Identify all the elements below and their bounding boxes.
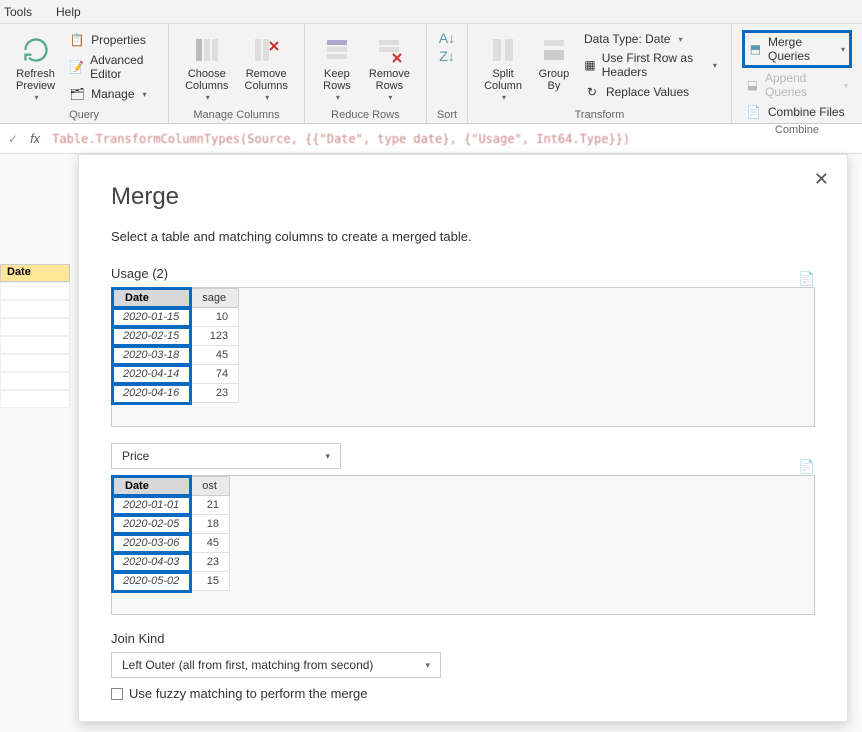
sort-asc-icon[interactable]: A↓	[439, 30, 455, 46]
table2-select[interactable]: Price	[111, 443, 341, 469]
grid-row[interactable]	[0, 390, 70, 408]
data-sidebar: Date	[0, 154, 70, 408]
fuzzy-match-checkbox[interactable]: Use fuzzy matching to perform the merge	[111, 686, 815, 701]
table1-preview[interactable]: Date sage 2020-01-1510 2020-02-15123 202…	[111, 287, 815, 427]
grid-row[interactable]	[0, 372, 70, 390]
grid-row[interactable]	[0, 354, 70, 372]
formula-check-icon[interactable]: ✓	[8, 132, 18, 146]
ribbon-group-query: Refresh Preview 📋 Properties 📝 Advanced …	[0, 24, 169, 123]
grid-row[interactable]	[0, 318, 70, 336]
group-label-query: Query	[10, 109, 158, 121]
ribbon-group-transform: Split Column Group By Data Type: Date ▦ …	[468, 24, 732, 123]
split-column-button[interactable]: Split Column	[478, 30, 528, 107]
table-icon[interactable]: 📄	[799, 271, 815, 287]
table2-preview[interactable]: Date ost 2020-01-0121 2020-02-0518 2020-…	[111, 475, 815, 615]
table-row: 2020-05-0215	[113, 572, 230, 591]
group-label-combine: Combine	[742, 124, 852, 136]
merge-queries-button[interactable]: ⬒ Merge Queries	[742, 30, 852, 68]
checkbox-icon	[111, 688, 123, 700]
ribbon-group-reduce-rows: Keep Rows Remove Rows Reduce Rows	[305, 24, 427, 123]
table2: Date ost 2020-01-0121 2020-02-0518 2020-…	[112, 476, 230, 591]
menu-tools[interactable]: Tools	[4, 5, 32, 19]
editor-icon: 📝	[69, 59, 84, 75]
keep-rows-icon	[321, 34, 353, 66]
combine-files-button[interactable]: 📄 Combine Files	[742, 102, 852, 122]
table2-col-cost[interactable]: ost	[190, 477, 230, 496]
table-icon[interactable]: 📄	[799, 459, 815, 475]
properties-button[interactable]: 📋 Properties	[65, 30, 158, 50]
table-row: 2020-03-0645	[113, 534, 230, 553]
replace-values-button[interactable]: ↻ Replace Values	[580, 82, 721, 102]
merge-icon: ⬒	[749, 41, 762, 57]
join-kind-select[interactable]: Left Outer (all from first, matching fro…	[111, 652, 441, 678]
combine-files-icon: 📄	[746, 104, 762, 120]
grid-col-date-header[interactable]: Date	[0, 264, 70, 282]
refresh-preview-button[interactable]: Refresh Preview	[10, 30, 61, 107]
remove-rows-button[interactable]: Remove Rows	[363, 30, 416, 107]
table-row: 2020-03-1845	[113, 346, 239, 365]
choose-columns-icon	[191, 34, 223, 66]
grid-row[interactable]	[0, 336, 70, 354]
grid-row[interactable]	[0, 282, 70, 300]
remove-columns-button[interactable]: Remove Columns	[239, 30, 294, 107]
remove-rows-icon	[373, 34, 405, 66]
table-row: 2020-01-0121	[113, 496, 230, 515]
first-row-headers-button[interactable]: ▦ Use First Row as Headers	[580, 49, 721, 81]
choose-columns-button[interactable]: Choose Columns	[179, 30, 234, 107]
advanced-editor-button[interactable]: 📝 Advanced Editor	[65, 51, 158, 83]
replace-icon: ↻	[584, 84, 600, 100]
formula-text: Table.TransformColumnTypes(Source, {{"Da…	[52, 132, 630, 146]
menu-help[interactable]: Help	[56, 5, 81, 19]
table-row: 2020-04-0323	[113, 553, 230, 572]
table1-col-date[interactable]: Date	[113, 289, 190, 308]
table-row: 2020-01-1510	[113, 308, 239, 327]
properties-icon: 📋	[69, 32, 85, 48]
fx-icon[interactable]: fx	[30, 131, 40, 146]
keep-rows-button[interactable]: Keep Rows	[315, 30, 359, 107]
join-kind-label: Join Kind	[111, 631, 815, 646]
group-label-transform: Transform	[478, 109, 721, 121]
merge-dialog: ✕ Merge Select a table and matching colu…	[78, 154, 848, 722]
menubar: Tools Help	[0, 0, 862, 24]
ribbon: Refresh Preview 📋 Properties 📝 Advanced …	[0, 24, 862, 124]
formula-bar: ✓ fx Table.TransformColumnTypes(Source, …	[0, 124, 862, 154]
table-row: 2020-02-15123	[113, 327, 239, 346]
manage-button[interactable]: 🗂 Manage	[65, 84, 158, 104]
grid-row[interactable]	[0, 300, 70, 318]
dialog-title: Merge	[111, 183, 815, 211]
dialog-description: Select a table and matching columns to c…	[111, 229, 815, 244]
ribbon-group-sort: A↓ Z↓ Sort	[427, 24, 468, 123]
manage-icon: 🗂	[69, 86, 85, 102]
group-label-manage-columns: Manage Columns	[179, 109, 294, 121]
ribbon-group-combine: ⬒ Merge Queries ⬓ Append Queries 📄 Combi…	[732, 24, 862, 123]
table-row: 2020-04-1623	[113, 384, 239, 403]
sort-desc-icon[interactable]: Z↓	[439, 48, 455, 64]
headers-icon: ▦	[584, 57, 596, 73]
remove-columns-icon	[250, 34, 282, 66]
ribbon-group-manage-columns: Choose Columns Remove Columns Manage Col…	[169, 24, 305, 123]
group-label-sort: Sort	[437, 109, 457, 121]
append-icon: ⬓	[746, 77, 759, 93]
refresh-icon	[20, 34, 52, 66]
table1-label: Usage (2)	[111, 266, 168, 281]
table-row: 2020-02-0518	[113, 515, 230, 534]
group-by-button[interactable]: Group By	[532, 30, 576, 96]
table1: Date sage 2020-01-1510 2020-02-15123 202…	[112, 288, 239, 403]
append-queries-button[interactable]: ⬓ Append Queries	[742, 69, 852, 101]
content-area: Date ✕ Merge Select a table and matching…	[0, 154, 862, 732]
split-icon	[487, 34, 519, 66]
table2-col-date[interactable]: Date	[113, 477, 190, 496]
close-icon[interactable]: ✕	[814, 169, 829, 190]
data-type-button[interactable]: Data Type: Date	[580, 30, 721, 48]
group-icon	[538, 34, 570, 66]
group-label-reduce-rows: Reduce Rows	[315, 109, 416, 121]
table1-col-usage[interactable]: sage	[190, 289, 239, 308]
table-row: 2020-04-1474	[113, 365, 239, 384]
